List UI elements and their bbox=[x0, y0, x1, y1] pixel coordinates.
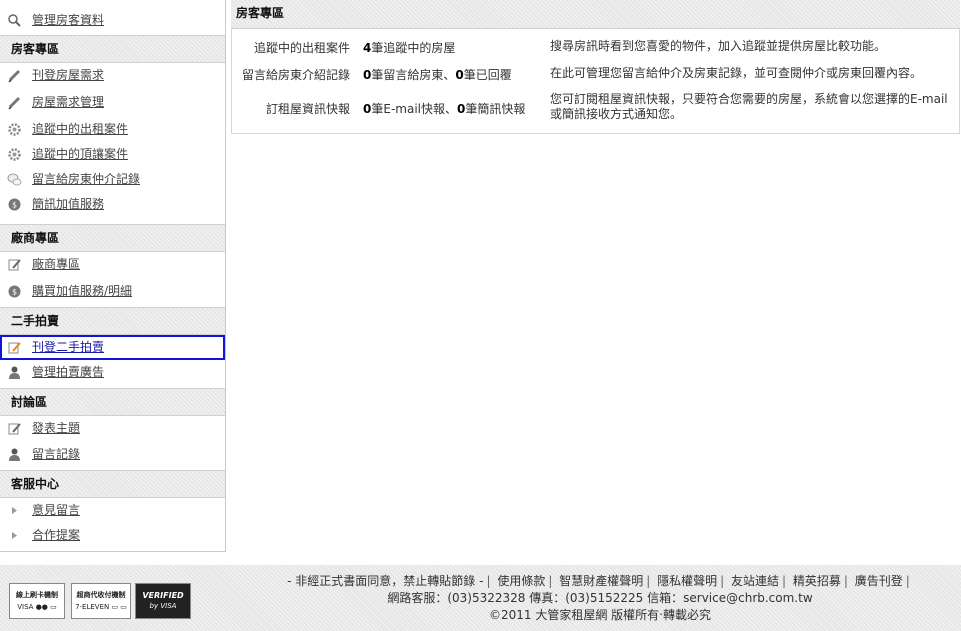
user-icon bbox=[9, 366, 20, 379]
footer-copyright: ©2011 大管家租屋網 版權所有‧轉載必究 bbox=[489, 608, 711, 622]
sidebar-item-messages-to-landlords[interactable]: 留言給房東仲介記錄 bbox=[0, 167, 225, 192]
sidebar-item-label[interactable]: 留言記錄 bbox=[32, 447, 80, 461]
footer-notice: - 非經正式書面同意，禁止轉貼節錄 - bbox=[287, 574, 484, 588]
footer-links: - 非經正式書面同意，禁止轉貼節錄 - | 使用條款 | 智慧財產權聲明 | 隱私權聲… bbox=[250, 573, 950, 624]
sidebar-item-post-housing-need[interactable]: 刊登房屋需求 bbox=[0, 63, 225, 88]
footer-link-advertise[interactable]: 廣告刊登 bbox=[855, 574, 903, 588]
sidebar-item-label[interactable]: 合作提案 bbox=[32, 528, 80, 542]
footer-link-careers[interactable]: 精英招募 bbox=[793, 574, 841, 588]
sidebar-section-vendor: 廠商專區 廠商專區 $ 購買加值服務/明細 bbox=[0, 224, 225, 306]
sidebar-item-buy-services[interactable]: $ 購買加值服務/明細 bbox=[0, 277, 225, 306]
row-description: 在此可管理您留言給仲介及房東記錄，並可查閱仲介或房東回覆內容。 bbox=[550, 66, 923, 80]
sidebar-item-label[interactable]: 購買加值服務/明細 bbox=[32, 284, 132, 298]
pencil-icon bbox=[8, 96, 21, 110]
sidebar-item-label[interactable]: 刊登房屋需求 bbox=[32, 68, 104, 82]
sidebar-section-forum: 討論區 發表主題 留言記錄 bbox=[0, 388, 225, 468]
sidebar-item-tracked-rentals[interactable]: 追蹤中的出租案件 bbox=[0, 117, 225, 142]
row-label: 留言給房東介紹記錄 bbox=[241, 68, 350, 82]
row-description: 搜尋房訊時看到您喜愛的物件，加入追蹤並提供房屋比較功能。 bbox=[550, 39, 887, 53]
row-stat: 4筆追蹤中的房屋 bbox=[363, 41, 456, 55]
sidebar-item-label[interactable]: 留言給房東仲介記錄 bbox=[32, 172, 140, 186]
sidebar-item-post-topic[interactable]: 發表主題 bbox=[0, 416, 225, 441]
sidebar-item-label[interactable]: 刊登二手拍賣 bbox=[32, 340, 104, 354]
section-title: 討論區 bbox=[0, 388, 225, 416]
footer-link-ip[interactable]: 智慧財產權聲明 bbox=[559, 574, 643, 588]
edit-document-icon bbox=[8, 259, 21, 271]
sidebar-item-manage-auction-ads[interactable]: 管理拍賣廣告 bbox=[0, 360, 225, 385]
sidebar-item-manage-tenant-data[interactable]: 管理房客資料 bbox=[0, 8, 225, 33]
footer-link-terms[interactable]: 使用條款 bbox=[497, 574, 545, 588]
sidebar-item-label[interactable]: 追蹤中的頂讓案件 bbox=[32, 147, 128, 161]
summary-table: 追蹤中的出租案件 4筆追蹤中的房屋 搜尋房訊時看到您喜愛的物件，加入追蹤並提供房… bbox=[231, 29, 960, 134]
sidebar-item-tracked-transfers[interactable]: 追蹤中的頂讓案件 bbox=[0, 142, 225, 167]
sidebar-item-label[interactable]: 管理房客資料 bbox=[32, 13, 104, 27]
edit-document-icon bbox=[8, 423, 21, 435]
sidebar-item-label[interactable]: 房屋需求管理 bbox=[32, 95, 104, 109]
section-title: 廠商專區 bbox=[0, 224, 225, 252]
sidebar-section-support: 客服中心 意見留言 合作提案 bbox=[0, 470, 225, 548]
section-title: 房客專區 bbox=[0, 35, 225, 63]
convenience-store-badge: 超商代收付機制 7-ELEVEN ▭ ▭ bbox=[71, 583, 131, 619]
speech-bubble-icon bbox=[7, 173, 22, 186]
row-stat: 0筆E-mail快報、0筆簡訊快報 bbox=[363, 102, 526, 116]
magnifier-settings-icon bbox=[8, 14, 21, 27]
arrow-right-icon bbox=[12, 507, 17, 514]
sidebar-section-tenant: 房客專區 刊登房屋需求 房屋需求管理 追蹤中的出租案件 追蹤中的頂讓案件 留言給… bbox=[0, 35, 225, 217]
svg-text:$: $ bbox=[12, 201, 17, 210]
sidebar-item-sms-service[interactable]: $ 簡訊加值服務 bbox=[0, 192, 225, 217]
sidebar-item-vendor-zone[interactable]: 廠商專區 bbox=[0, 252, 225, 277]
section-title: 客服中心 bbox=[0, 470, 225, 498]
row-stat: 0筆留言給房東、0筆已回覆 bbox=[363, 68, 512, 82]
sidebar-item-label[interactable]: 廠商專區 bbox=[32, 257, 80, 271]
sidebar-item-label[interactable]: 簡訊加值服務 bbox=[32, 197, 104, 211]
sidebar-item-label[interactable]: 發表主題 bbox=[32, 421, 80, 435]
row-label: 訂租屋資訊快報 bbox=[265, 102, 350, 116]
credit-card-badge: 線上刷卡機制 VISA ●● ▭ bbox=[9, 583, 65, 619]
sidebar-item-label[interactable]: 管理拍賣廣告 bbox=[32, 365, 104, 379]
sidebar-item-feedback[interactable]: 意見留言 bbox=[0, 498, 225, 523]
gear-icon bbox=[8, 123, 21, 136]
page-title: 房客專區 bbox=[231, 0, 960, 29]
row-description: 您可訂閱租屋資訊快報，只要符合您需要的房屋，系統會以您選擇的E-mail或簡訊接… bbox=[550, 92, 948, 121]
footer: 線上刷卡機制 VISA ●● ▭ 超商代收付機制 7-ELEVEN ▭ ▭ VE… bbox=[0, 565, 961, 631]
sidebar-item-message-log[interactable]: 留言記錄 bbox=[0, 441, 225, 468]
gear-icon bbox=[8, 148, 21, 161]
coin-icon: $ bbox=[8, 198, 21, 211]
footer-link-partners[interactable]: 友站連結 bbox=[731, 574, 779, 588]
sidebar-section-secondhand: 二手拍賣 刊登二手拍賣 管理拍賣廣告 bbox=[0, 307, 225, 385]
svg-text:$: $ bbox=[12, 288, 17, 297]
row-label: 追蹤中的出租案件 bbox=[253, 41, 350, 55]
sidebar-item-post-secondhand[interactable]: 刊登二手拍賣 bbox=[0, 335, 225, 360]
pencil-icon bbox=[8, 69, 21, 83]
arrow-right-icon bbox=[12, 532, 17, 539]
verified-by-visa-badge: VERIFIED by VISA bbox=[135, 583, 191, 619]
user-icon bbox=[9, 448, 20, 461]
sidebar-item-cooperation[interactable]: 合作提案 bbox=[0, 523, 225, 548]
section-title: 二手拍賣 bbox=[0, 307, 225, 335]
sidebar-item-label[interactable]: 追蹤中的出租案件 bbox=[32, 122, 128, 136]
footer-link-privacy[interactable]: 隱私權聲明 bbox=[657, 574, 717, 588]
coin-icon: $ bbox=[8, 285, 21, 298]
main-panel: 房客專區 追蹤中的出租案件 4筆追蹤中的房屋 搜尋房訊時看到您喜愛的物件，加入追… bbox=[231, 0, 960, 134]
edit-document-icon bbox=[8, 342, 21, 354]
sidebar-item-manage-housing-need[interactable]: 房屋需求管理 bbox=[0, 88, 225, 117]
footer-contact: 網路客服：(03)5322328 傳真：(03)5152225 信箱：servi… bbox=[387, 591, 813, 605]
sidebar: 管理房客資料 房客專區 刊登房屋需求 房屋需求管理 追蹤中的出租案件 追蹤中的頂… bbox=[0, 0, 226, 552]
sidebar-item-label[interactable]: 意見留言 bbox=[32, 503, 80, 517]
